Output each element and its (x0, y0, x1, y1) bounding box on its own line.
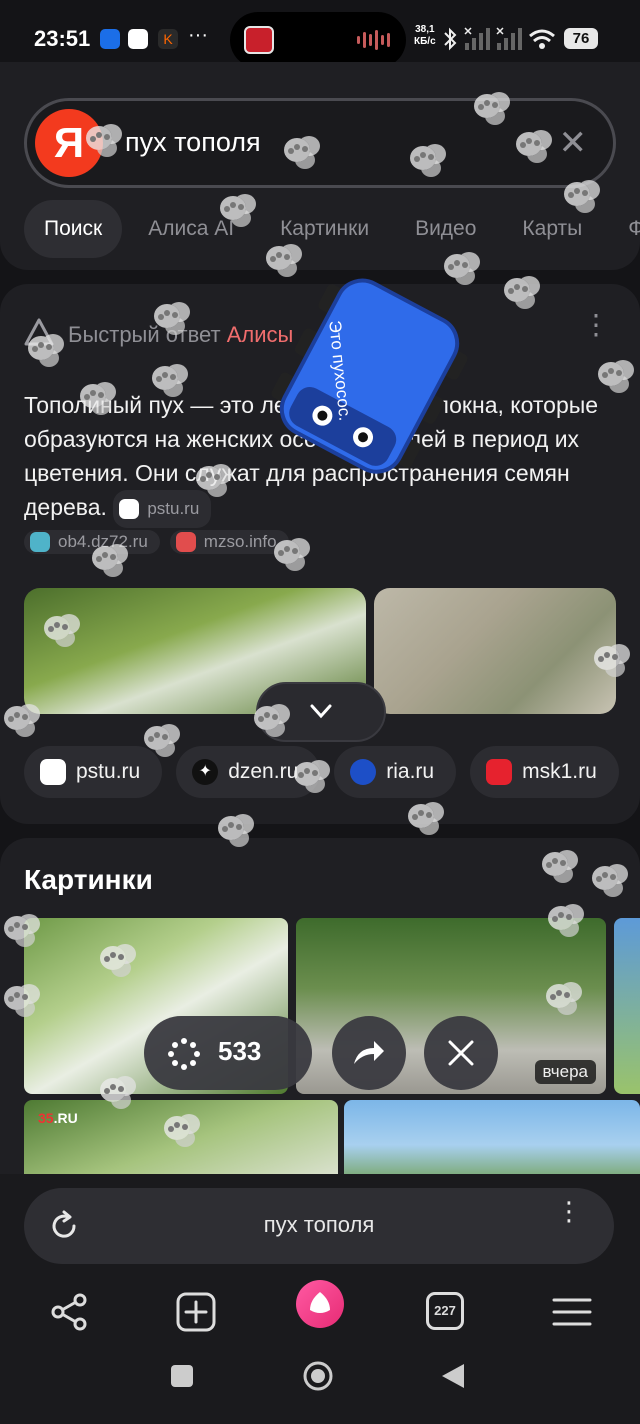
more-notifications-icon: ··· (188, 24, 208, 46)
bluetooth-icon (444, 27, 457, 51)
bottom-bar: пух тополя ⋮ 227 (0, 1174, 640, 1424)
spinner-icon (168, 1038, 200, 1070)
new-tab-icon[interactable] (174, 1290, 218, 1334)
speed-value: 38,1 (415, 24, 435, 35)
site-chips: pstu.ru ✦ dzen.ru ria.ru msk1.ru (24, 746, 619, 798)
watermark-suffix: .RU (53, 1110, 78, 1126)
answer-photo[interactable] (374, 588, 616, 714)
close-icon (448, 1040, 474, 1066)
answer-sources: ob4.dz72.ru mzso.info (24, 530, 289, 554)
audio-wave-icon (357, 30, 390, 50)
back-icon[interactable] (440, 1362, 466, 1390)
answer-header: Быстрый ответ Алисы (68, 322, 293, 348)
watermark-number: 35 (38, 1110, 54, 1126)
dynamic-island[interactable] (230, 12, 406, 68)
pstu-icon (40, 759, 66, 785)
url-text[interactable]: пух тополя (24, 1212, 614, 1238)
tab-more[interactable]: Ф (608, 200, 640, 258)
source-link[interactable]: ob4.dz72.ru (24, 530, 160, 554)
signal-icon (496, 27, 522, 50)
site-chip[interactable]: ria.ru (334, 746, 457, 798)
tab-video[interactable]: Видео (395, 200, 496, 258)
chip-label: ria.ru (386, 760, 435, 783)
tab-images[interactable]: Картинки (260, 200, 389, 258)
url-menu-icon[interactable]: ⋮ (556, 1198, 582, 1224)
search-query-text[interactable]: пух тополя (125, 127, 261, 158)
image-thumbnail[interactable]: 35.RU (24, 1100, 338, 1178)
inline-source-link[interactable]: pstu.ru (113, 490, 212, 528)
expand-button[interactable] (256, 682, 386, 742)
fluff-count: 533 (218, 1036, 262, 1066)
speed-unit: КБ/с (414, 36, 436, 47)
yandex-logo[interactable]: Я (35, 109, 103, 177)
site-chip[interactable]: ✦ dzen.ru (176, 746, 321, 798)
fluff-counter-button[interactable]: 533 (144, 1016, 312, 1090)
alice-icon (310, 1292, 330, 1313)
alice-button[interactable] (296, 1280, 344, 1328)
status-icons (442, 24, 556, 54)
source-link[interactable]: mzso.info (169, 530, 289, 554)
close-overlay-button[interactable] (424, 1016, 498, 1090)
wifi-icon (529, 29, 555, 49)
media-app-icon (244, 26, 274, 54)
answer-menu-icon[interactable]: ⋮ (582, 311, 610, 339)
site-chip[interactable]: msk1.ru (470, 746, 619, 798)
notification-app-icon (100, 29, 120, 49)
tabs-counter-button[interactable]: 227 (426, 1292, 464, 1330)
msk1-icon (486, 759, 513, 785)
images-title[interactable]: Картинки (24, 864, 153, 896)
chevron-down-icon (310, 704, 332, 719)
network-speed: 38,1 КБ/с (414, 24, 436, 48)
share-overlay-button[interactable] (332, 1016, 406, 1090)
answer-header-prefix: Быстрый ответ (68, 322, 221, 347)
pstu-icon (119, 499, 140, 519)
search-tabs: Поиск Алиса AI Картинки Видео Карты Ф (24, 200, 640, 258)
inline-source-label: pstu.ru (147, 499, 200, 518)
tab-maps[interactable]: Карты (502, 200, 602, 258)
search-input[interactable]: Я пух тополя ✕ (24, 98, 616, 188)
notification-app-icon: K (158, 29, 178, 49)
clear-search-icon[interactable]: ✕ (559, 123, 588, 163)
url-bar[interactable]: пух тополя ⋮ (24, 1188, 614, 1264)
answer-header-alice: Алисы (226, 322, 294, 347)
share-icon[interactable] (48, 1290, 92, 1334)
menu-icon[interactable] (550, 1290, 594, 1334)
tab-search[interactable]: Поиск (24, 200, 123, 258)
chip-label: pstu.ru (76, 760, 141, 783)
date-badge: вчера (534, 1060, 596, 1084)
site-icon (30, 532, 50, 552)
signal-icon (464, 27, 490, 50)
tab-alice-ai[interactable]: Алиса AI (128, 200, 254, 258)
image-thumbnail[interactable] (614, 918, 640, 1094)
site-icon (175, 532, 196, 552)
source-label: ob4.dz72.ru (58, 532, 148, 551)
battery-indicator: 76 (564, 28, 598, 49)
chip-label: dzen.ru (228, 760, 299, 783)
recents-icon[interactable] (170, 1364, 194, 1388)
ria-icon (350, 759, 377, 785)
chip-label: msk1.ru (522, 760, 597, 783)
images-section: Картинки вчера 35.RU (0, 838, 640, 1178)
dzen-icon: ✦ (192, 759, 219, 785)
site-chip[interactable]: pstu.ru (24, 746, 163, 798)
search-header: Я пух тополя ✕ Поиск Алиса AI Картинки В… (0, 62, 640, 270)
home-icon[interactable] (302, 1360, 334, 1392)
notification-app-icon (128, 29, 148, 49)
system-nav-bar (0, 1361, 640, 1404)
alice-icon (24, 318, 54, 346)
source-label: mzso.info (203, 532, 277, 551)
image-thumbnail[interactable] (344, 1100, 640, 1178)
watermark: 35.RU (38, 1110, 78, 1126)
status-time: 23:51 (34, 26, 91, 51)
share-arrow-icon (354, 1041, 384, 1064)
